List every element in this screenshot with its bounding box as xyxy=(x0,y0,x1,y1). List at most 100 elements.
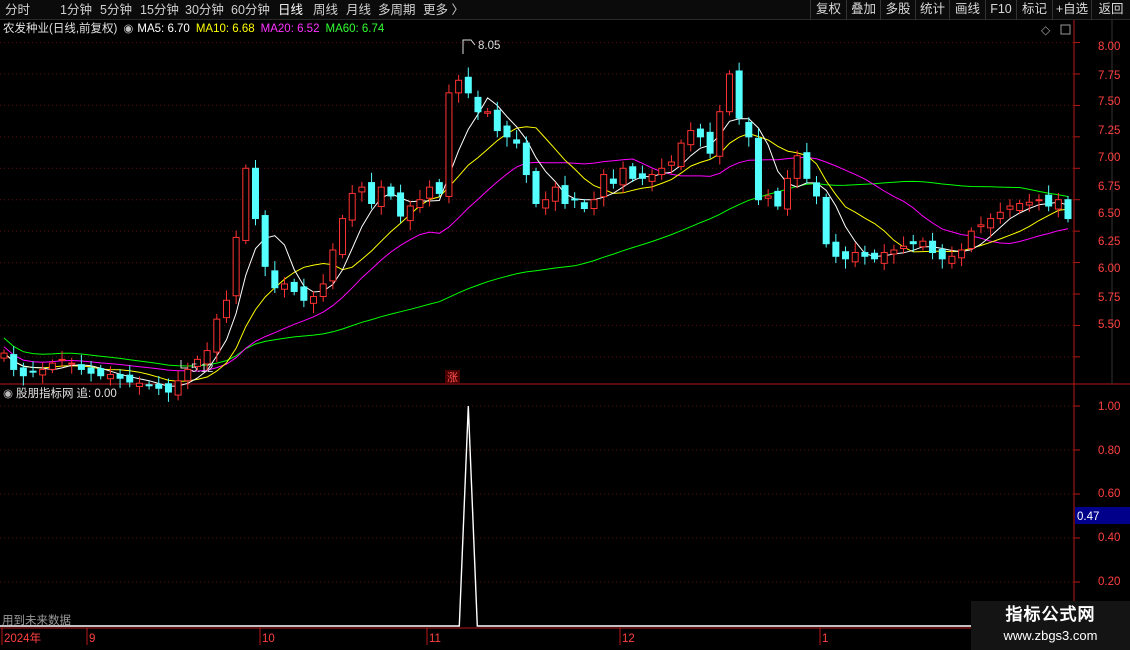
low-label: 5.12 xyxy=(191,363,213,375)
candle-up xyxy=(106,373,114,380)
candle-up xyxy=(58,358,66,361)
candle-up xyxy=(329,249,337,282)
candle-down xyxy=(77,364,85,370)
candle-up xyxy=(900,245,908,249)
candle-up xyxy=(1006,205,1014,210)
candle-down xyxy=(561,185,569,204)
candle-up xyxy=(967,230,975,249)
candle-down xyxy=(571,198,579,201)
candle-up xyxy=(426,186,434,199)
candle-up xyxy=(890,249,898,255)
candle-up xyxy=(310,296,318,304)
candle-up xyxy=(1054,199,1062,210)
candle-up xyxy=(174,380,182,396)
candle-down xyxy=(871,252,879,260)
candlesticks xyxy=(0,62,1072,402)
candle-up xyxy=(135,382,143,388)
x-label-sep: 9 xyxy=(89,633,95,645)
candle-down xyxy=(580,202,588,210)
candle-down xyxy=(251,167,259,220)
candle-up xyxy=(880,252,888,264)
candle-down xyxy=(629,166,637,179)
candle-down xyxy=(609,178,617,184)
price-tick: 8.00 xyxy=(1098,41,1120,53)
gridlines xyxy=(0,42,1080,583)
candle-up xyxy=(0,352,8,359)
candle-down xyxy=(145,384,153,387)
indicator-axis: 1.00 0.80 0.60 0.40 0.20 xyxy=(1098,401,1120,588)
ma5-line xyxy=(3,97,1069,387)
candle-down xyxy=(97,368,105,377)
candle-down xyxy=(735,70,743,119)
chart-area[interactable]: 8.00 7.75 7.50 7.25 7.00 6.75 6.50 6.25 … xyxy=(0,0,1130,650)
candle-down xyxy=(832,241,840,257)
watermark: 指标公式网 www.zbgs3.com xyxy=(971,601,1130,650)
candle-up xyxy=(977,224,985,228)
candle-up xyxy=(339,218,347,256)
candle-up xyxy=(319,283,327,298)
candle-down xyxy=(938,248,946,260)
candle-up xyxy=(996,211,1004,220)
indicator-tick: 0.40 xyxy=(1098,532,1120,544)
candle-up xyxy=(851,252,859,263)
candle-down xyxy=(387,186,395,197)
candle-down xyxy=(503,125,511,138)
x-axis: 2024年 9 10 11 12 1 xyxy=(1,628,828,645)
price-tick: 7.50 xyxy=(1098,96,1120,108)
candle-up xyxy=(455,79,463,94)
x-label-oct: 10 xyxy=(262,633,275,645)
indicator-plot xyxy=(0,405,1074,627)
price-tick: 6.50 xyxy=(1098,208,1120,220)
candle-up xyxy=(445,92,453,197)
candle-up xyxy=(358,186,366,193)
indicator-line xyxy=(0,405,1074,627)
candle-up xyxy=(281,283,289,290)
candle-down xyxy=(19,367,27,377)
candle-down xyxy=(513,139,521,144)
indicator-tick: 0.80 xyxy=(1098,445,1120,457)
x-label-year: 2024年 xyxy=(4,631,41,645)
price-tick: 7.75 xyxy=(1098,70,1120,82)
candle-up xyxy=(39,368,47,376)
price-tick: 7.00 xyxy=(1098,152,1120,164)
candle-up xyxy=(551,186,559,202)
candle-up xyxy=(184,368,192,382)
x-label-dec: 12 xyxy=(622,633,635,645)
candle-down xyxy=(29,370,37,373)
current-value-label: 0.47 xyxy=(1077,511,1099,523)
candle-up xyxy=(203,350,211,365)
candle-down xyxy=(300,286,308,301)
candle-down xyxy=(813,182,821,197)
candle-up xyxy=(1035,199,1043,202)
candle-up xyxy=(793,155,801,179)
price-tick: 7.25 xyxy=(1098,125,1120,137)
candle-up xyxy=(764,195,772,199)
candle-down xyxy=(745,122,753,138)
candle-up xyxy=(222,299,230,319)
candle-down xyxy=(909,241,917,245)
candle-down xyxy=(861,252,869,257)
candle-down xyxy=(464,76,472,94)
price-tick: 6.25 xyxy=(1098,236,1120,248)
candle-down xyxy=(435,182,443,194)
price-tick: 5.75 xyxy=(1098,292,1120,304)
candle-up xyxy=(687,130,695,146)
indicator-tick: 0.20 xyxy=(1098,576,1120,588)
ma60-line xyxy=(3,180,1069,367)
candle-down xyxy=(271,270,279,289)
candle-down xyxy=(87,367,95,374)
window-box-icon[interactable] xyxy=(1060,24,1071,35)
candle-up xyxy=(348,192,356,221)
candle-up xyxy=(600,174,608,198)
candle-up xyxy=(1016,202,1024,212)
candle-down xyxy=(522,142,530,176)
candle-down xyxy=(493,109,501,132)
candle-down xyxy=(164,383,172,393)
candle-down xyxy=(803,152,811,179)
diamond-icon[interactable]: ◇ xyxy=(1041,23,1051,37)
candle-down xyxy=(368,182,376,204)
candle-up xyxy=(958,249,966,259)
candle-down xyxy=(532,171,540,204)
candle-down xyxy=(474,96,482,113)
ma10-line xyxy=(3,126,1069,382)
